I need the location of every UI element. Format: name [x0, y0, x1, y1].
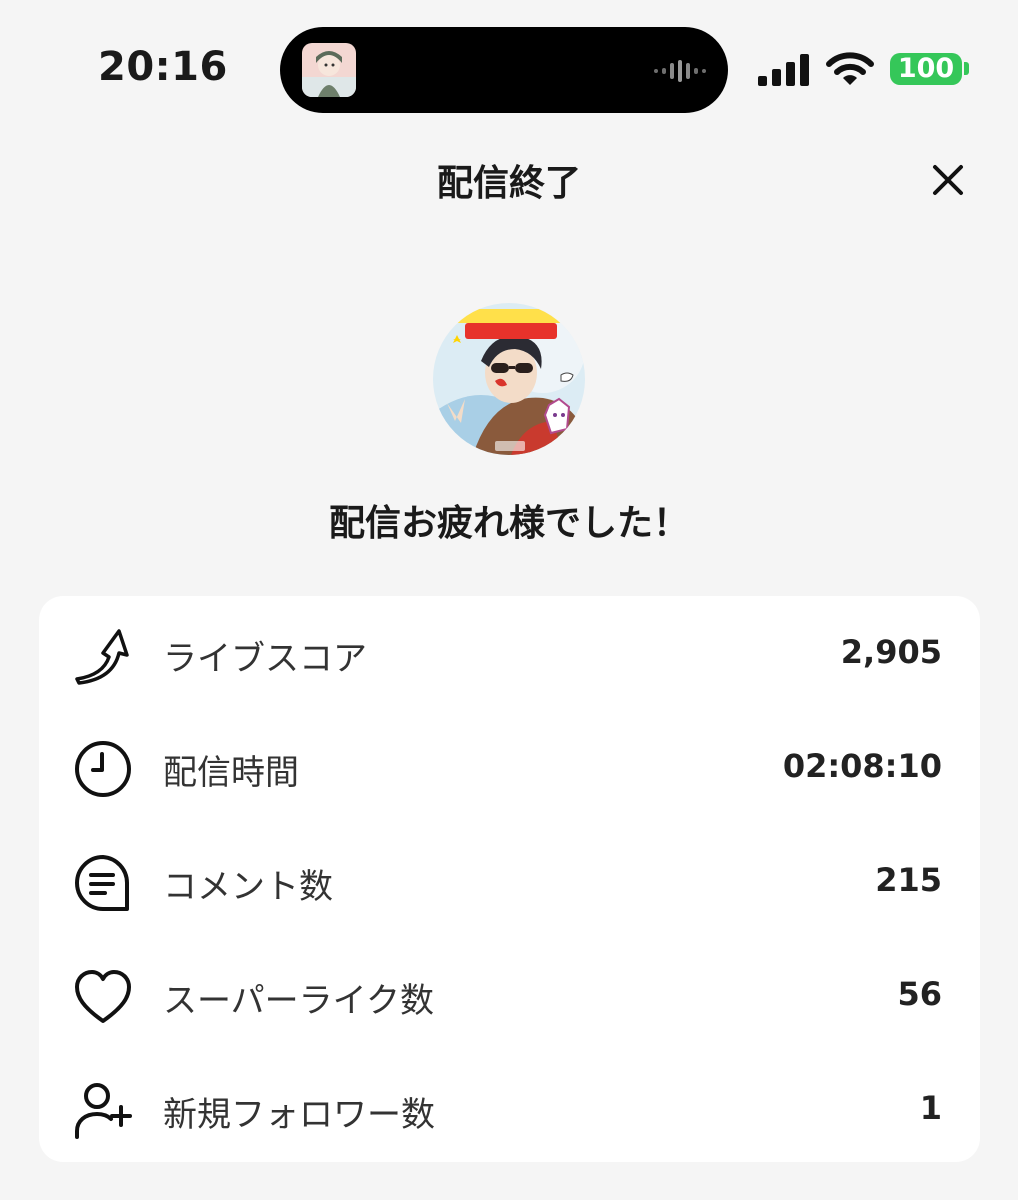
streamer-avatar: [433, 303, 585, 455]
page-title: 配信終了: [436, 163, 581, 204]
add-user-icon: [73, 1081, 133, 1141]
stat-value: 2,905: [840, 633, 942, 671]
stat-row-new-follower-count: 新規フォロワー数 1: [39, 1069, 980, 1149]
cellular-signal-icon: [758, 54, 809, 86]
close-icon[interactable]: [926, 158, 970, 202]
status-bar: 20:16 100: [0, 0, 1018, 130]
dynamic-island[interactable]: [280, 27, 728, 113]
status-time: 20:16: [98, 44, 228, 90]
stat-label: 新規フォロワー数: [163, 1096, 435, 1134]
stats-card: ライブスコア 2,905 配信時間 02:08:10 コメント数 215 スーパ…: [39, 596, 980, 1162]
stat-value: 56: [897, 975, 942, 1013]
stat-label: コメント数: [163, 868, 333, 906]
now-playing-thumbnail[interactable]: [302, 43, 356, 97]
clock-icon: [73, 739, 133, 799]
stat-value: 1: [919, 1089, 942, 1127]
stat-value: 02:08:10: [782, 747, 942, 785]
stat-row-super-like-count: スーパーライク数 56: [39, 955, 980, 1035]
score-arrow-icon: [73, 625, 133, 685]
heart-icon: [73, 967, 133, 1027]
audio-wave-icon: [654, 60, 706, 86]
stat-row-live-score: ライブスコア 2,905: [39, 613, 980, 693]
battery-icon: 100: [890, 53, 962, 85]
battery-tip: [964, 62, 969, 75]
stat-label: スーパーライク数: [163, 982, 434, 1020]
status-icons: 100: [758, 50, 969, 90]
stat-label: ライブスコア: [163, 640, 367, 678]
stat-label: 配信時間: [163, 754, 299, 792]
close-button[interactable]: [926, 158, 970, 202]
stat-value: 215: [875, 861, 942, 899]
greeting-message: 配信お疲れ様でした！: [328, 503, 689, 544]
stat-row-stream-duration: 配信時間 02:08:10: [39, 727, 980, 807]
comment-icon: [73, 853, 133, 913]
wifi-icon: [826, 52, 874, 85]
stat-row-comment-count: コメント数 215: [39, 841, 980, 921]
